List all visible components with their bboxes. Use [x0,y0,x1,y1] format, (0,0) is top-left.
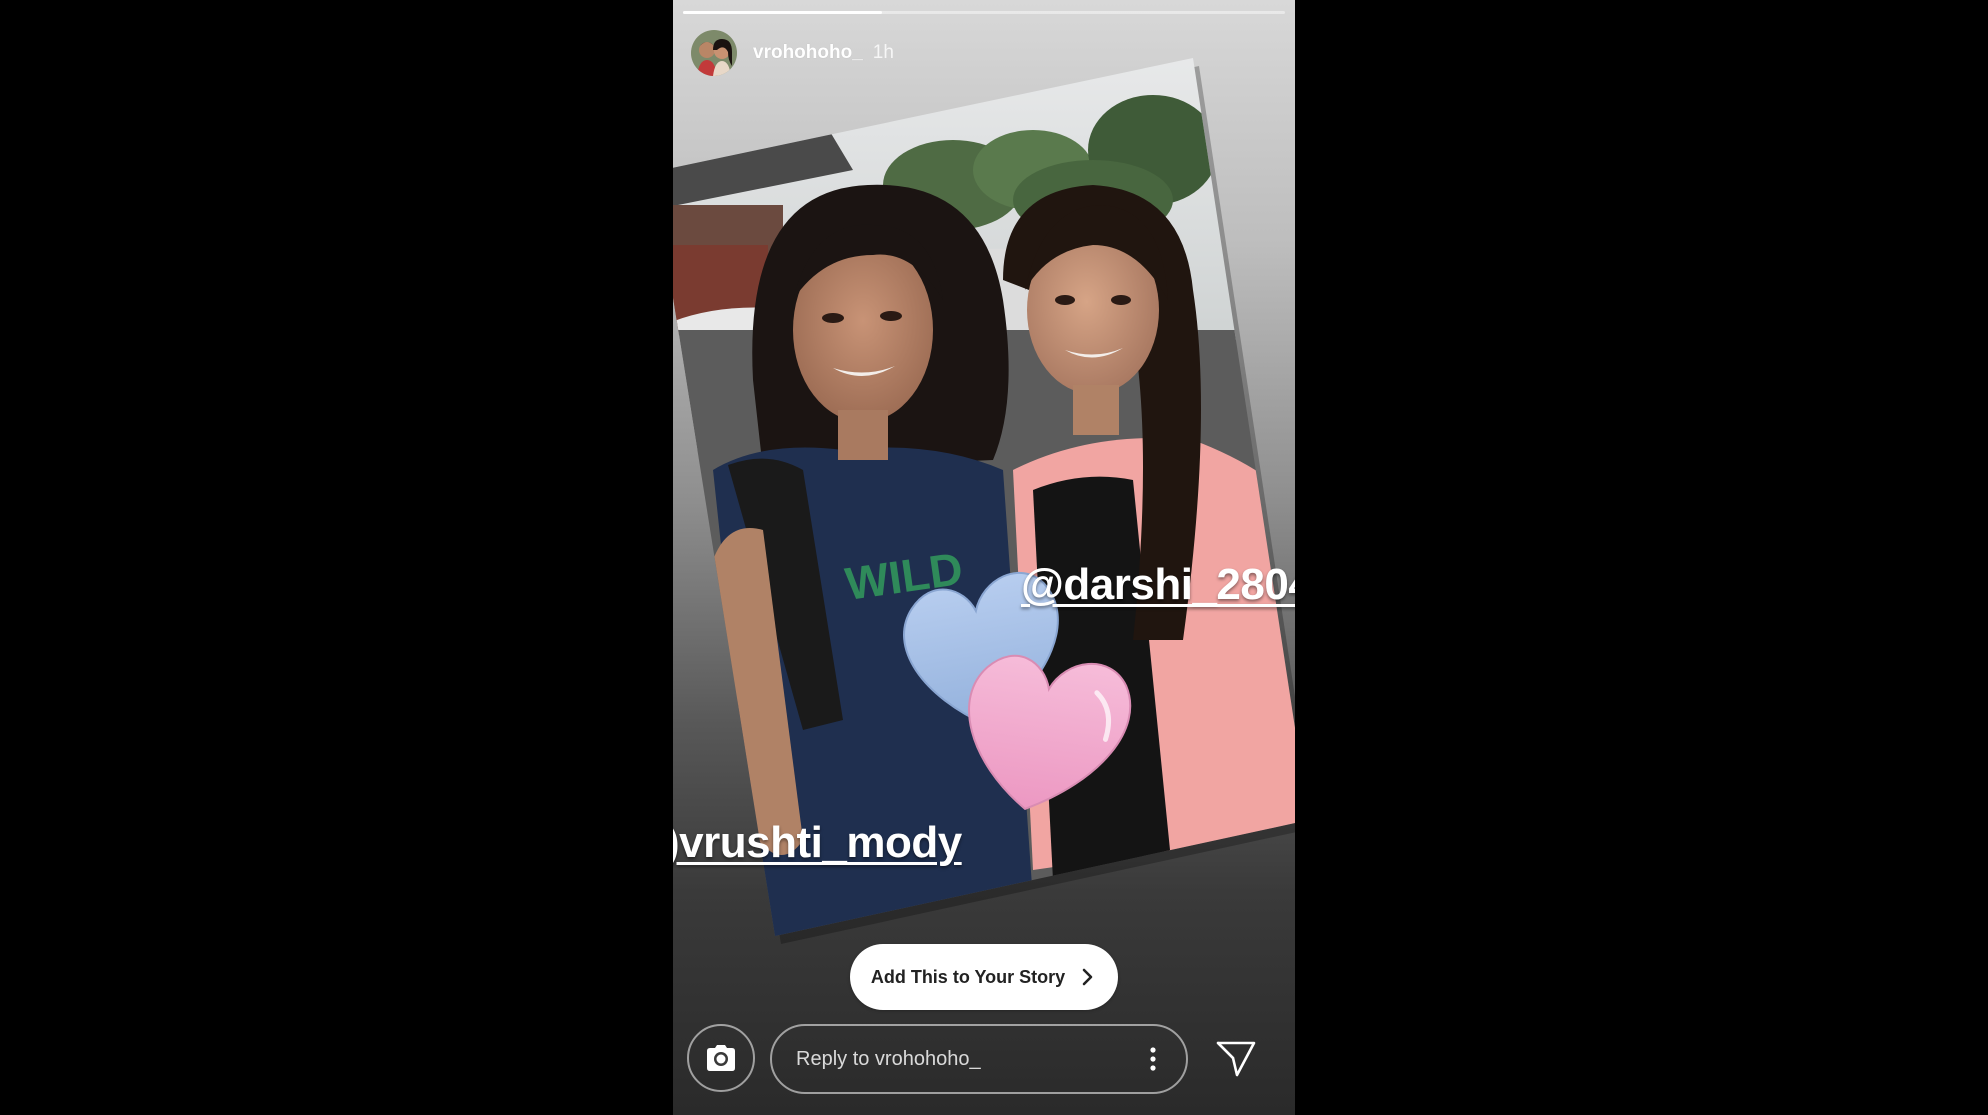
mention-tag[interactable]: )vrushti_mody [673,818,962,868]
paper-plane-icon [1216,1041,1256,1077]
story-progress-fill [683,11,882,14]
reply-input[interactable] [794,1046,1138,1072]
reply-field-container [770,1024,1188,1094]
couple-avatar[interactable] [691,30,737,76]
story-header: vrohohoho_ 1h [691,30,894,76]
camera-icon [707,1045,735,1071]
add-to-story-button[interactable]: Add This to Your Story [850,944,1118,1010]
camera-button[interactable] [687,1024,755,1092]
chevron-right-icon [1082,968,1093,986]
add-to-story-label: Add This to Your Story [870,966,1066,987]
story-progress-track [683,11,1285,14]
story-username[interactable]: vrohohoho_ [753,42,863,64]
more-options-button[interactable] [1138,1039,1168,1079]
vertical-dots-icon [1150,1047,1156,1071]
mention-tag[interactable]: @darshi_2804 [1021,560,1295,610]
send-button[interactable] [1213,1036,1259,1082]
story-timestamp: 1h [872,42,894,63]
story-viewer[interactable]: WILD vrohohoho_ 1h @darshi_2804)vrushti… [673,0,1295,1115]
